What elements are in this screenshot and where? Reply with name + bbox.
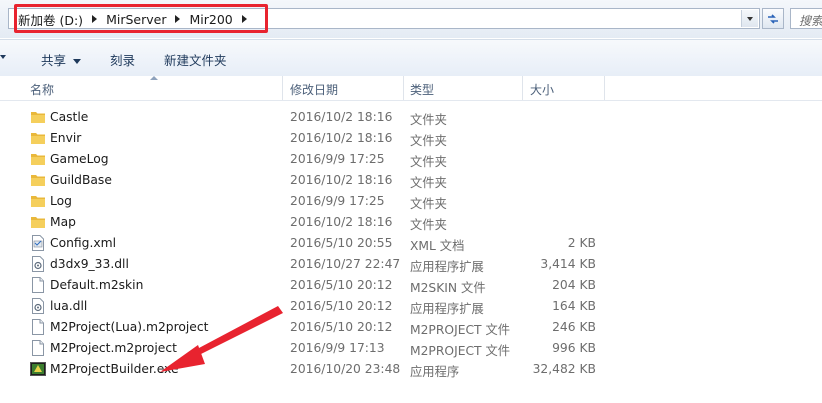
table-row[interactable]: M2ProjectBuilder.exe 2016/10/20 23:48 应用程序…: [0, 359, 822, 380]
chevron-down-icon: [747, 16, 753, 21]
table-row[interactable]: M2Project(Lua).m2project 2016/5/10 20:12 M…: [0, 317, 822, 338]
file-modified-date: 2016/5/10 20:12: [290, 299, 393, 313]
folder-icon: [30, 151, 46, 167]
table-row[interactable]: Default.m2skin 2016/5/10 20:12 M2SKIN 文件 20…: [0, 275, 822, 296]
file-name: Envir: [50, 131, 82, 145]
file-type: 文件夹: [410, 155, 447, 169]
share-label: 共享: [41, 53, 67, 68]
dll-file-icon: [30, 298, 46, 314]
folder-icon: [30, 172, 46, 188]
table-row[interactable]: GameLog 2016/9/9 17:25 文件夹: [0, 149, 822, 170]
file-size: 164 KB: [552, 299, 596, 313]
blank-file-icon: [30, 277, 46, 293]
blank-file-icon: [30, 340, 46, 356]
table-row[interactable]: d3dx9_33.dll 2016/10/27 22:47 应用程序扩展 3,414 …: [0, 254, 822, 275]
file-type: M2SKIN 文件: [410, 281, 486, 295]
file-type: M2PROJECT 文件: [410, 323, 511, 337]
table-row[interactable]: Castle 2016/10/2 18:16 文件夹: [0, 107, 822, 128]
file-name: Default.m2skin: [50, 278, 144, 292]
table-row[interactable]: lua.dll 2016/5/10 20:12 应用程序扩展 164 KB: [0, 296, 822, 317]
file-type: 文件夹: [410, 218, 447, 232]
column-divider[interactable]: [282, 76, 283, 100]
file-name: M2Project.m2project: [50, 341, 177, 355]
refresh-icon: [768, 13, 778, 24]
column-header-size[interactable]: 大小: [530, 81, 554, 98]
new-folder-button[interactable]: 新建文件夹: [164, 50, 227, 69]
file-type: 应用程序扩展: [410, 302, 484, 316]
file-name: lua.dll: [50, 299, 88, 313]
file-modified-date: 2016/10/2 18:16: [290, 131, 393, 145]
file-modified-date: 2016/9/9 17:13: [290, 341, 385, 355]
file-modified-date: 2016/10/27 22:47: [290, 257, 401, 271]
column-header-name[interactable]: 名称: [30, 81, 54, 98]
search-input[interactable]: 搜索: [790, 8, 822, 29]
file-type: XML 文档: [410, 239, 465, 253]
file-size: 996 KB: [552, 341, 596, 355]
file-size: 204 KB: [552, 278, 596, 292]
folder-icon: [30, 214, 46, 230]
file-size: 2 KB: [567, 236, 596, 250]
file-name: Log: [50, 194, 72, 208]
file-modified-date: 2016/10/2 18:16: [290, 215, 393, 229]
sort-ascending-icon: [150, 76, 158, 80]
burn-button[interactable]: 刻录: [110, 50, 135, 69]
table-row[interactable]: Log 2016/9/9 17:25 文件夹: [0, 191, 822, 212]
file-modified-date: 2016/10/2 18:16: [290, 110, 393, 124]
file-type: 文件夹: [410, 134, 447, 148]
exe-app-icon: [30, 361, 46, 377]
file-modified-date: 2016/9/9 17:25: [290, 152, 385, 166]
file-modified-date: 2016/5/10 20:55: [290, 236, 393, 250]
table-row[interactable]: M2Project.m2project 2016/9/9 17:13 M2PROJE…: [0, 338, 822, 359]
file-name: Config.xml: [50, 236, 117, 250]
file-modified-date: 2016/5/10 20:12: [290, 278, 393, 292]
file-name: d3dx9_33.dll: [50, 257, 129, 271]
file-type: 文件夹: [410, 197, 447, 211]
red-highlight-box: [14, 4, 268, 33]
folder-icon: [30, 109, 46, 125]
address-history-dropdown-button[interactable]: [741, 10, 758, 27]
file-type: 应用程序扩展: [410, 260, 484, 274]
table-row[interactable]: Envir 2016/10/2 18:16 文件夹: [0, 128, 822, 149]
file-name: Castle: [50, 110, 89, 124]
column-divider[interactable]: [522, 76, 523, 100]
file-name: GuildBase: [50, 173, 112, 187]
xml-file-icon: [30, 235, 46, 251]
file-name: Map: [50, 215, 76, 229]
table-row[interactable]: Map 2016/10/2 18:16 文件夹: [0, 212, 822, 233]
organize-dropdown-icon[interactable]: [0, 55, 6, 59]
search-placeholder: 搜索: [799, 14, 822, 28]
share-button[interactable]: 共享: [41, 50, 82, 69]
address-bar: 新加卷 (D:) MirServer Mir200 搜索: [0, 0, 822, 38]
file-modified-date: 2016/5/10 20:12: [290, 320, 393, 334]
file-size: 3,414 KB: [540, 257, 596, 271]
dll-file-icon: [30, 256, 46, 272]
file-size: 246 KB: [552, 320, 596, 334]
table-row[interactable]: Config.xml 2016/5/10 20:55 XML 文档 2 KB: [0, 233, 822, 254]
file-name: M2ProjectBuilder.exe: [50, 362, 179, 376]
file-type: 文件夹: [410, 176, 447, 190]
chevron-down-icon: [73, 59, 82, 64]
file-size: 32,482 KB: [532, 362, 596, 376]
folder-icon: [30, 130, 46, 146]
refresh-button[interactable]: [762, 8, 784, 29]
column-divider[interactable]: [403, 76, 404, 100]
table-row[interactable]: GuildBase 2016/10/2 18:16 文件夹: [0, 170, 822, 191]
file-modified-date: 2016/10/20 23:48: [290, 362, 401, 376]
file-modified-date: 2016/9/9 17:25: [290, 194, 385, 208]
column-header-date[interactable]: 修改日期: [290, 81, 338, 98]
file-type: 应用程序: [410, 365, 460, 379]
command-bar: 共享 刻录 新建文件夹: [0, 39, 822, 77]
column-divider[interactable]: [604, 76, 605, 100]
file-type: 文件夹: [410, 113, 447, 127]
file-modified-date: 2016/10/2 18:16: [290, 173, 393, 187]
blank-file-icon: [30, 319, 46, 335]
file-list: Castle 2016/10/2 18:16 文件夹 Envir 2016/10/2 1…: [0, 107, 822, 380]
folder-icon: [30, 193, 46, 209]
file-name: M2Project(Lua).m2project: [50, 320, 209, 334]
column-header-type[interactable]: 类型: [410, 81, 434, 98]
file-type: M2PROJECT 文件: [410, 344, 511, 358]
file-name: GameLog: [50, 152, 109, 166]
column-header-row: 名称 修改日期 类型 大小: [0, 76, 822, 101]
